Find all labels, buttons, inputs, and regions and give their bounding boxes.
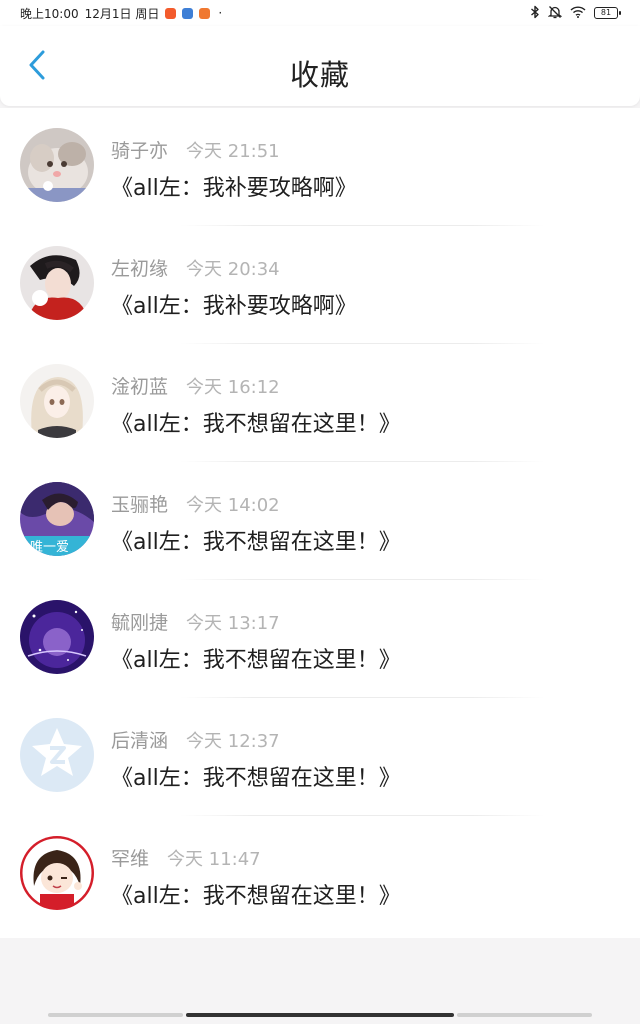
- item-time: 今天 21:51: [186, 141, 280, 162]
- item-time: 今天 12:37: [186, 731, 280, 752]
- bluetooth-icon: [530, 5, 540, 22]
- item-message: 《all左：我不想留在这里！》: [111, 648, 401, 673]
- item-message: 《all左：我不想留在这里！》: [111, 884, 401, 909]
- status-time: 晚上10:00: [20, 6, 79, 21]
- item-message: 《all左：我补要攻略啊》: [111, 176, 357, 201]
- home-indicator-segment: [457, 1013, 592, 1017]
- item-time: 今天 20:34: [186, 259, 280, 280]
- item-time: 今天 13:17: [186, 613, 280, 634]
- avatar[interactable]: [20, 364, 94, 438]
- item-name: 左初缘: [111, 258, 169, 280]
- status-dot: ·: [218, 6, 223, 20]
- avatar-caption: 唯一爱: [30, 540, 69, 555]
- item-meta: 毓刚捷 今天 13:17: [111, 608, 280, 635]
- item-meta: 左初缘 今天 20:34: [111, 254, 280, 281]
- avatar[interactable]: [20, 718, 94, 792]
- list-item[interactable]: 毓刚捷 今天 13:17 《all左：我不想留在这里！》: [0, 580, 640, 698]
- item-name: 淦初蓝: [111, 376, 169, 398]
- item-time: 今天 14:02: [186, 495, 280, 516]
- avatar[interactable]: [20, 128, 94, 202]
- notification-app-icon: [165, 7, 177, 19]
- item-name: 骑子亦: [111, 140, 169, 162]
- item-time: 今天 11:47: [167, 849, 261, 870]
- list-item[interactable]: 唯一爱 玉骊艳 今天 14:02 《all左：我不想留在这里！》: [0, 462, 640, 580]
- list-item[interactable]: 左初缘 今天 20:34 《all左：我补要攻略啊》: [0, 226, 640, 344]
- list-item[interactable]: 骑子亦 今天 21:51 《all左：我补要攻略啊》: [0, 108, 640, 226]
- favorites-list: 骑子亦 今天 21:51 《all左：我补要攻略啊》 左初缘 今天 20:34 …: [0, 108, 640, 938]
- item-message: 《all左：我不想留在这里！》: [111, 766, 401, 791]
- notification-app-icon: [199, 7, 211, 19]
- battery-icon: 81: [594, 7, 621, 19]
- item-message: 《all左：我不想留在这里！》: [111, 412, 401, 437]
- status-right: 81: [530, 0, 621, 26]
- wifi-icon: [570, 5, 586, 21]
- avatar[interactable]: [20, 600, 94, 674]
- item-meta: 淦初蓝 今天 16:12: [111, 372, 280, 399]
- home-indicator[interactable]: [0, 1013, 640, 1019]
- avatar[interactable]: [20, 246, 94, 320]
- status-left: 晚上10:00 12月1日 周日 ·: [20, 5, 222, 22]
- avatar[interactable]: [20, 836, 94, 910]
- nav-bar: 收藏: [0, 26, 640, 106]
- item-message: 《all左：我补要攻略啊》: [111, 294, 357, 319]
- status-date: 12月1日 周日: [84, 6, 160, 21]
- item-meta: 罕维 今天 11:47: [111, 844, 261, 871]
- notification-app-icon: [182, 7, 194, 19]
- avatar[interactable]: 唯一爱: [20, 482, 94, 556]
- status-bar: 晚上10:00 12月1日 周日 · 81: [0, 0, 640, 26]
- item-meta: 玉骊艳 今天 14:02: [111, 490, 280, 517]
- item-time: 今天 16:12: [186, 377, 280, 398]
- home-indicator-segment: [48, 1013, 183, 1017]
- list-item[interactable]: 淦初蓝 今天 16:12 《all左：我不想留在这里！》: [0, 344, 640, 462]
- item-message: 《all左：我不想留在这里！》: [111, 530, 401, 555]
- item-meta: 骑子亦 今天 21:51: [111, 136, 280, 163]
- home-indicator-bar[interactable]: [186, 1013, 454, 1017]
- item-name: 后清涵: [111, 730, 169, 752]
- list-item[interactable]: 后清涵 今天 12:37 《all左：我不想留在这里！》: [0, 698, 640, 816]
- item-name: 罕维: [111, 848, 150, 870]
- mute-icon: [547, 5, 563, 22]
- page-title: 收藏: [289, 58, 350, 92]
- item-meta: 后清涵 今天 12:37: [111, 726, 280, 753]
- item-name: 玉骊艳: [111, 494, 169, 516]
- list-item[interactable]: 罕维 今天 11:47 《all左：我不想留在这里！》: [0, 816, 640, 934]
- item-name: 毓刚捷: [111, 612, 169, 634]
